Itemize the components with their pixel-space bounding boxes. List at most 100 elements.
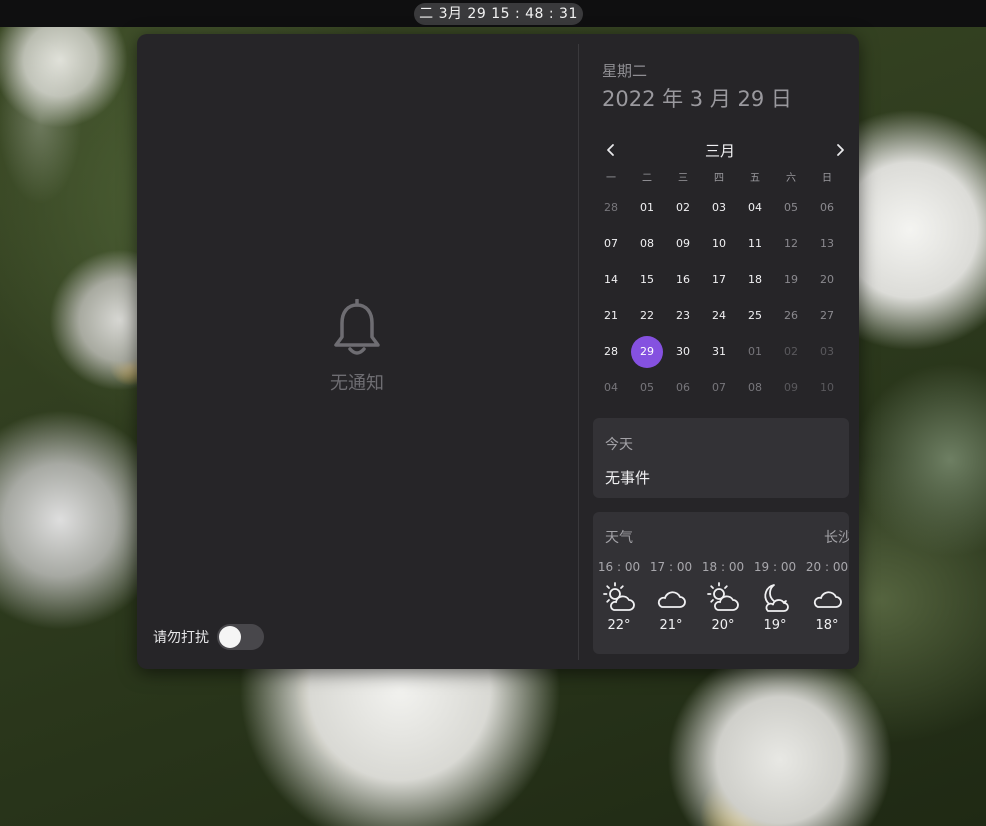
events-empty-label: 无事件 — [605, 469, 651, 487]
calendar-day[interactable]: 08 — [629, 226, 665, 262]
forecast-hour: 16 : 00 22° — [593, 560, 645, 633]
weather-location: 长沙 — [824, 530, 849, 546]
calendar-day[interactable]: 27 — [809, 298, 845, 334]
forecast-hour: 18 : 00 20° — [697, 560, 749, 633]
weather-title: 天气 — [605, 530, 633, 546]
calendar-day[interactable]: 13 — [809, 226, 845, 262]
do-not-disturb-toggle[interactable] — [217, 624, 264, 650]
calendar-day[interactable]: 19 — [773, 262, 809, 298]
calendar-day[interactable]: 02 — [665, 190, 701, 226]
weekday-header: 一 — [606, 173, 616, 184]
calendar-day[interactable]: 18 — [737, 262, 773, 298]
calendar-day[interactable]: 10 — [701, 226, 737, 262]
forecast-hour: 17 : 00 21° — [645, 560, 697, 633]
weekday-header: 三 — [678, 173, 688, 184]
calendar-week-row: 28 01 02 03 04 05 06 — [593, 190, 845, 226]
calendar-day[interactable]: 25 — [737, 298, 773, 334]
today-label: 29 — [640, 345, 654, 358]
month-title[interactable]: 三月 — [591, 140, 849, 161]
calendar-week-row: 21 22 23 24 25 26 27 — [593, 298, 845, 334]
calendar-day[interactable]: 09 — [773, 370, 809, 406]
calendar-day[interactable]: 15 — [629, 262, 665, 298]
next-month-button[interactable] — [828, 138, 852, 162]
empty-notifications: 无通知 — [297, 299, 417, 395]
weekday-label: 星期二 — [602, 62, 648, 80]
calendar-day[interactable]: 24 — [701, 298, 737, 334]
calendar-day[interactable]: 04 — [737, 190, 773, 226]
calendar-week-row: 04 05 06 07 08 09 10 — [593, 370, 845, 406]
empty-notifications-label: 无通知 — [330, 373, 384, 394]
calendar-day[interactable]: 08 — [737, 370, 773, 406]
forecast-temp: 18° — [815, 618, 839, 633]
calendar-day[interactable]: 01 — [629, 190, 665, 226]
cloud-icon — [813, 591, 842, 608]
events-section[interactable]: 今天 无事件 — [593, 418, 849, 498]
full-date-label: 2022 年 3 月 29 日 — [602, 87, 792, 111]
forecast-time: 19 : 00 — [753, 560, 797, 574]
calendar-day[interactable]: 04 — [593, 370, 629, 406]
weekday-header-row: 一 二 三 四 五 六 日 — [593, 168, 845, 190]
calendar-day[interactable]: 06 — [665, 370, 701, 406]
calendar-day[interactable]: 09 — [665, 226, 701, 262]
weather-forecast: 16 : 00 22° 17 : 00 21° 18: 00 20° 19:… — [593, 560, 849, 633]
calendar-day[interactable]: 22 — [629, 298, 665, 334]
weekday-header: 五 — [750, 173, 760, 184]
calendar-pane: 星期二 2022 年 3 月 29 日 三月 一 二 三 四 五 六 日 28 … — [579, 34, 859, 669]
calendar-day[interactable]: 01 — [737, 334, 773, 370]
cloud-icon — [657, 591, 686, 608]
moon-behind-cloud-icon — [764, 584, 789, 612]
forecast-temp: 21° — [659, 618, 683, 633]
do-not-disturb-row: 请勿打扰 — [153, 624, 264, 650]
calendar-day[interactable]: 07 — [593, 226, 629, 262]
calendar-week-row: 07 08 09 10 11 12 13 — [593, 226, 845, 262]
calendar-day[interactable]: 20 — [809, 262, 845, 298]
date-menu-popover: 无通知 请勿打扰 星期二 2022 年 3 月 29 日 三月 一 二 三 四 … — [137, 34, 859, 669]
sun-behind-cloud-icon — [707, 582, 739, 611]
sun-behind-cloud-icon — [603, 582, 635, 611]
do-not-disturb-label: 请勿打扰 — [153, 630, 209, 646]
notification-pane: 无通知 请勿打扰 — [137, 34, 578, 669]
calendar-day[interactable]: 07 — [701, 370, 737, 406]
forecast-time: 18 : 00 — [701, 560, 745, 574]
forecast-temp: 22° — [607, 618, 631, 633]
forecast-time: 17 : 00 — [649, 560, 693, 574]
forecast-time: 16 : 00 — [597, 560, 641, 574]
calendar-day[interactable]: 23 — [665, 298, 701, 334]
calendar-day[interactable]: 21 — [593, 298, 629, 334]
calendar-week-row: 28 29 30 31 01 02 03 — [593, 334, 845, 370]
weather-section[interactable]: 天气 长沙 16 : 00 22° 17: 00 21° 18: 00 20… — [593, 512, 849, 654]
calendar-day[interactable]: 05 — [773, 190, 809, 226]
forecast-temp: 20° — [711, 618, 735, 633]
calendar-day[interactable]: 03 — [809, 334, 845, 370]
weekday-header: 六 — [786, 173, 796, 184]
events-title: 今天 — [605, 437, 633, 453]
clock-button[interactable]: 二 3月 29 15 : 48 : 31 — [414, 3, 583, 25]
calendar-day[interactable]: 05 — [629, 370, 665, 406]
calendar-day[interactable]: 16 — [665, 262, 701, 298]
calendar-day[interactable]: 30 — [665, 334, 701, 370]
calendar-day[interactable]: 11 — [737, 226, 773, 262]
weekday-header: 二 — [642, 173, 652, 184]
calendar-day[interactable]: 28 — [593, 190, 629, 226]
calendar-day[interactable]: 14 — [593, 262, 629, 298]
calendar-day-today[interactable]: 29 — [629, 334, 665, 370]
calendar-day[interactable]: 02 — [773, 334, 809, 370]
calendar-day[interactable]: 17 — [701, 262, 737, 298]
calendar-week-row: 14 15 16 17 18 19 20 — [593, 262, 845, 298]
bell-icon — [334, 299, 380, 355]
forecast-time: 20 : 00 — [805, 560, 849, 574]
calendar-grid: 一 二 三 四 五 六 日 28 01 02 03 04 05 06 07 08… — [593, 168, 845, 406]
calendar-day[interactable]: 10 — [809, 370, 845, 406]
calendar-day[interactable]: 26 — [773, 298, 809, 334]
calendar-day[interactable]: 12 — [773, 226, 809, 262]
top-bar: 二 3月 29 15 : 48 : 31 — [0, 0, 986, 27]
calendar-day[interactable]: 03 — [701, 190, 737, 226]
chevron-right-icon — [837, 144, 844, 156]
forecast-hour: 19 : 00 19° — [749, 560, 801, 633]
month-navigation: 三月 — [591, 138, 849, 162]
weekday-header: 日 — [822, 173, 832, 184]
forecast-hour: 20 : 00 18° — [801, 560, 849, 633]
calendar-day[interactable]: 28 — [593, 334, 629, 370]
calendar-day[interactable]: 06 — [809, 190, 845, 226]
calendar-day[interactable]: 31 — [701, 334, 737, 370]
